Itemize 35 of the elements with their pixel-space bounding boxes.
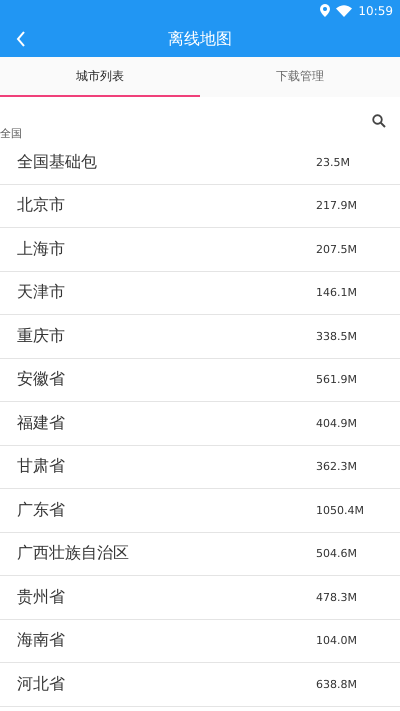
city-name[interactable]: 安徽省 bbox=[17, 369, 316, 390]
map-size: 404.9M bbox=[316, 416, 358, 430]
city-name[interactable]: 上海市 bbox=[17, 238, 316, 260]
map-size: 362.3M bbox=[316, 460, 358, 474]
map-size: 217.9M bbox=[316, 199, 358, 212]
city-name[interactable]: 广西壮族自治区 bbox=[17, 543, 316, 564]
wifi-icon bbox=[336, 4, 352, 16]
map-size: 207.5M bbox=[316, 242, 358, 256]
page-title: 离线地图 bbox=[168, 28, 232, 50]
city-name[interactable]: 贵州省 bbox=[17, 586, 316, 608]
map-size: 561.9M bbox=[316, 373, 358, 386]
map-size: 146.1M bbox=[316, 286, 358, 300]
city-name[interactable]: 重庆市 bbox=[17, 326, 316, 347]
search-icon[interactable] bbox=[372, 114, 386, 128]
city-name[interactable]: 北京市 bbox=[17, 195, 316, 216]
map-size: 638.8M bbox=[316, 678, 358, 691]
city-name[interactable]: 广东省 bbox=[17, 500, 316, 521]
map-size: 1050.4M bbox=[316, 504, 365, 517]
section-title: 全国 bbox=[0, 126, 22, 141]
status-time: 10:59 bbox=[358, 4, 393, 18]
city-name[interactable]: 天津市 bbox=[17, 282, 316, 304]
map-size: 478.3M bbox=[316, 590, 358, 604]
map-size: 23.5M bbox=[316, 156, 351, 169]
city-name[interactable]: 福建省 bbox=[17, 412, 316, 434]
city-name[interactable]: 海南省 bbox=[17, 630, 316, 652]
city-name[interactable]: 全国基础包 bbox=[17, 152, 316, 173]
city-name[interactable]: 河北省 bbox=[17, 674, 316, 695]
back-icon[interactable] bbox=[16, 31, 26, 47]
map-size: 104.0M bbox=[316, 634, 358, 648]
location-icon bbox=[320, 4, 330, 17]
map-size: 338.5M bbox=[316, 330, 358, 343]
map-size: 504.6M bbox=[316, 547, 358, 560]
tab[interactable]: 下载管理 bbox=[200, 57, 400, 97]
city-name[interactable]: 甘肃省 bbox=[17, 456, 316, 478]
tab[interactable]: 城市列表 bbox=[0, 57, 200, 97]
